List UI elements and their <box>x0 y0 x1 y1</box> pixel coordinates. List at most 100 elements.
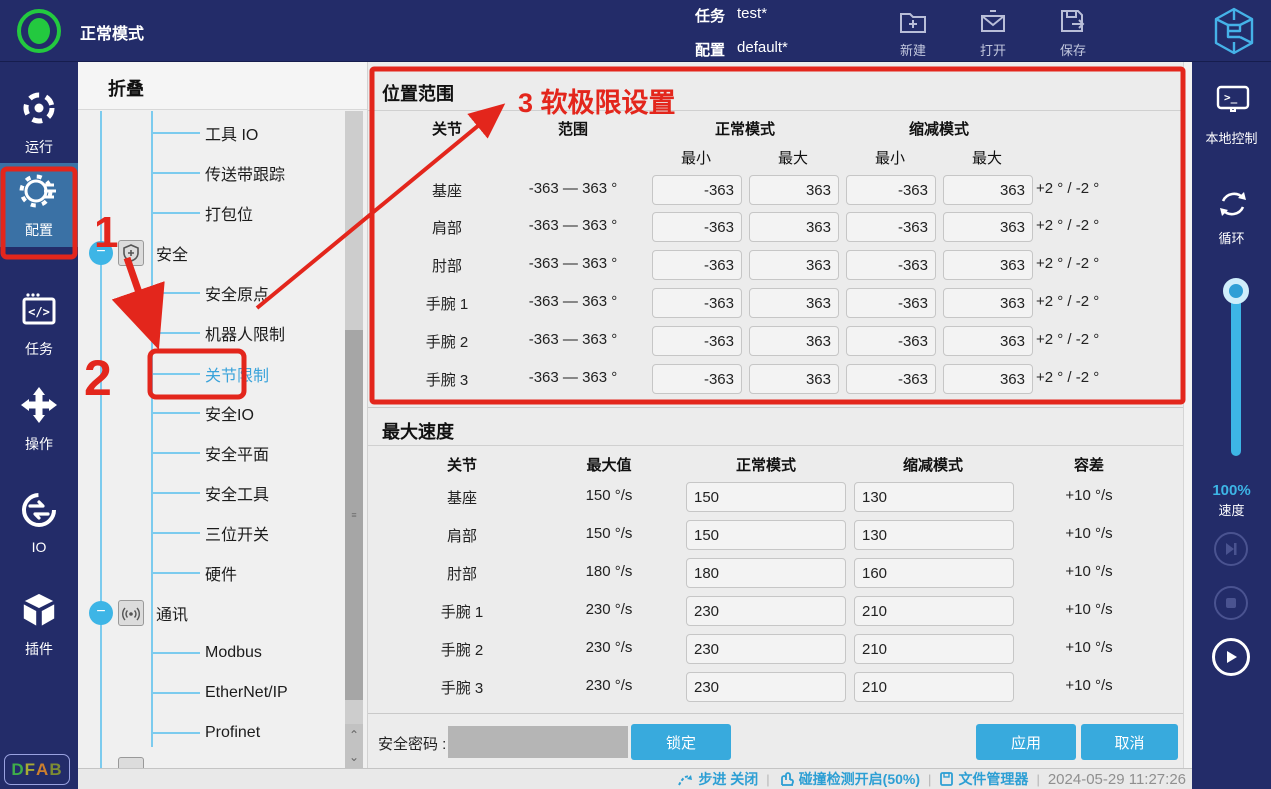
normal-max-input[interactable] <box>749 326 839 356</box>
scroll-down-button[interactable]: ⌄ <box>345 746 363 768</box>
reduced-min-input[interactable] <box>846 250 936 280</box>
play-button[interactable] <box>1212 638 1250 676</box>
lock-button[interactable]: 锁定 <box>631 724 731 760</box>
config-value: default* <box>737 39 788 60</box>
tree-scrollbar[interactable]: ≡ <box>345 111 363 768</box>
nav-item-io[interactable]: IO <box>0 490 78 578</box>
local-control-button[interactable]: >_ <box>1216 84 1250 121</box>
local-control-label: 本地控制 <box>1192 128 1271 147</box>
reduced-speed-input[interactable] <box>854 596 1014 626</box>
reduced-min-input[interactable] <box>846 326 936 356</box>
speed-slider-thumb[interactable] <box>1223 278 1249 304</box>
normal-speed-input[interactable] <box>686 596 846 626</box>
save-button[interactable]: 保存 <box>1041 4 1105 60</box>
col-max: 最大 <box>778 147 808 168</box>
collapse-toggle-icon[interactable]: − <box>89 601 113 625</box>
col-reduced: 缩减模式 <box>903 454 963 475</box>
nav-item-config[interactable]: 配置 <box>0 163 78 247</box>
normal-speed-input[interactable] <box>686 672 846 702</box>
normal-min-input[interactable] <box>652 288 742 318</box>
reduced-min-input[interactable] <box>846 364 936 394</box>
tree-scrollbar-thumb[interactable]: ≡ <box>345 330 363 700</box>
file-manager-status[interactable]: 文件管理器 <box>939 769 1028 789</box>
tree-item-safe-plane[interactable]: 安全平面 <box>78 439 346 467</box>
loop-button[interactable] <box>1217 188 1249 225</box>
reduced-speed-input[interactable] <box>854 558 1014 588</box>
step-icon <box>677 772 694 787</box>
scroll-up-button[interactable]: ⌃ <box>345 724 363 746</box>
open-icon <box>978 4 1008 40</box>
normal-min-input[interactable] <box>652 326 742 356</box>
normal-speed-input[interactable] <box>686 482 846 512</box>
reduced-max-input[interactable] <box>943 212 1033 242</box>
reduced-min-input[interactable] <box>846 212 936 242</box>
normal-max-input[interactable] <box>749 364 839 394</box>
step-forward-button[interactable] <box>1214 532 1248 566</box>
collapse-toggle-icon[interactable]: − <box>89 241 113 265</box>
main-scroll-strip[interactable] <box>1183 62 1192 768</box>
normal-min-input[interactable] <box>652 364 742 394</box>
step-mode-status[interactable]: 步进 关闭 <box>677 769 758 789</box>
open-button[interactable]: 打开 <box>961 4 1025 60</box>
tree-item-three-pos-switch[interactable]: 三位开关 <box>78 519 346 547</box>
reduced-max-input[interactable] <box>943 364 1033 394</box>
tree-item-profinet[interactable]: Profinet <box>78 719 346 747</box>
normal-speed-input[interactable] <box>686 634 846 664</box>
robot-config-app: 正常模式 任务 test* 配置 default* 新建 打开 保存 <box>0 0 1271 789</box>
speed-slider-track[interactable] <box>1231 294 1241 456</box>
col-range: 范围 <box>558 118 588 139</box>
gear-icon <box>18 171 60 216</box>
tree-item-conveyor[interactable]: 传送带跟踪 <box>78 159 346 187</box>
config-tree-panel: 折叠 工具 IO 传送带跟踪 打包位 − 安全 安全原点 机器人限制 关节限制 … <box>78 62 368 768</box>
nav-item-operate[interactable]: 操作 <box>0 385 78 473</box>
reduced-max-input[interactable] <box>943 175 1033 205</box>
tree-item-robot-limit[interactable]: 机器人限制 <box>78 319 346 347</box>
speed-label: 速度 <box>1192 500 1271 519</box>
normal-min-input[interactable] <box>652 250 742 280</box>
apply-button[interactable]: 应用 <box>976 724 1076 760</box>
normal-max-input[interactable] <box>749 288 839 318</box>
reduced-speed-input[interactable] <box>854 634 1014 664</box>
col-joint: 关节 <box>432 118 462 139</box>
reduced-max-input[interactable] <box>943 326 1033 356</box>
tree-item-safety[interactable]: − 安全 <box>78 239 346 267</box>
new-button[interactable]: 新建 <box>881 4 945 60</box>
tree-item-modbus[interactable]: Modbus <box>78 639 346 667</box>
tree-item-communication[interactable]: − 通讯 <box>78 599 346 627</box>
dfab-logo: DFAB <box>4 754 70 785</box>
normal-max-input[interactable] <box>749 175 839 205</box>
normal-min-input[interactable] <box>652 212 742 242</box>
tree-item-clipped[interactable] <box>78 756 346 768</box>
tree-item-safe-home[interactable]: 安全原点 <box>78 279 346 307</box>
reduced-speed-input[interactable] <box>854 520 1014 550</box>
normal-max-input[interactable] <box>749 212 839 242</box>
move-arrows-icon <box>19 385 59 430</box>
reduced-speed-input[interactable] <box>854 672 1014 702</box>
nav-item-plugin[interactable]: 插件 <box>0 590 78 678</box>
reduced-max-input[interactable] <box>943 250 1033 280</box>
io-icon <box>19 490 59 535</box>
cancel-button[interactable]: 取消 <box>1081 724 1178 760</box>
tree-item-safe-io[interactable]: 安全IO <box>78 399 346 427</box>
reduced-min-input[interactable] <box>846 288 936 318</box>
tree-item-ethernet-ip[interactable]: EtherNet/IP <box>78 679 346 707</box>
password-input[interactable] <box>448 726 628 758</box>
reduced-min-input[interactable] <box>846 175 936 205</box>
collapse-all-button[interactable]: 折叠 <box>78 62 367 110</box>
reduced-speed-input[interactable] <box>854 482 1014 512</box>
tree-item-joint-limit[interactable]: 关节限制 <box>78 360 346 388</box>
tree-item-pack-pos[interactable]: 打包位 <box>78 199 346 227</box>
nav-item-task[interactable]: </> 任务 <box>0 290 78 378</box>
stop-button[interactable] <box>1214 586 1248 620</box>
tree-item-tool-io[interactable]: 工具 IO <box>78 119 346 147</box>
normal-min-input[interactable] <box>652 175 742 205</box>
collision-detection-status[interactable]: 碰撞检测开启(50%) <box>778 769 920 789</box>
footer-action-bar: 安全密码 : 锁定 应用 取消 <box>368 713 1192 768</box>
tree-item-hardware[interactable]: 硬件 <box>78 559 346 587</box>
normal-speed-input[interactable] <box>686 558 846 588</box>
reduced-max-input[interactable] <box>943 288 1033 318</box>
new-file-icon <box>898 4 928 40</box>
tree-item-safe-tool[interactable]: 安全工具 <box>78 479 346 507</box>
normal-speed-input[interactable] <box>686 520 846 550</box>
normal-max-input[interactable] <box>749 250 839 280</box>
